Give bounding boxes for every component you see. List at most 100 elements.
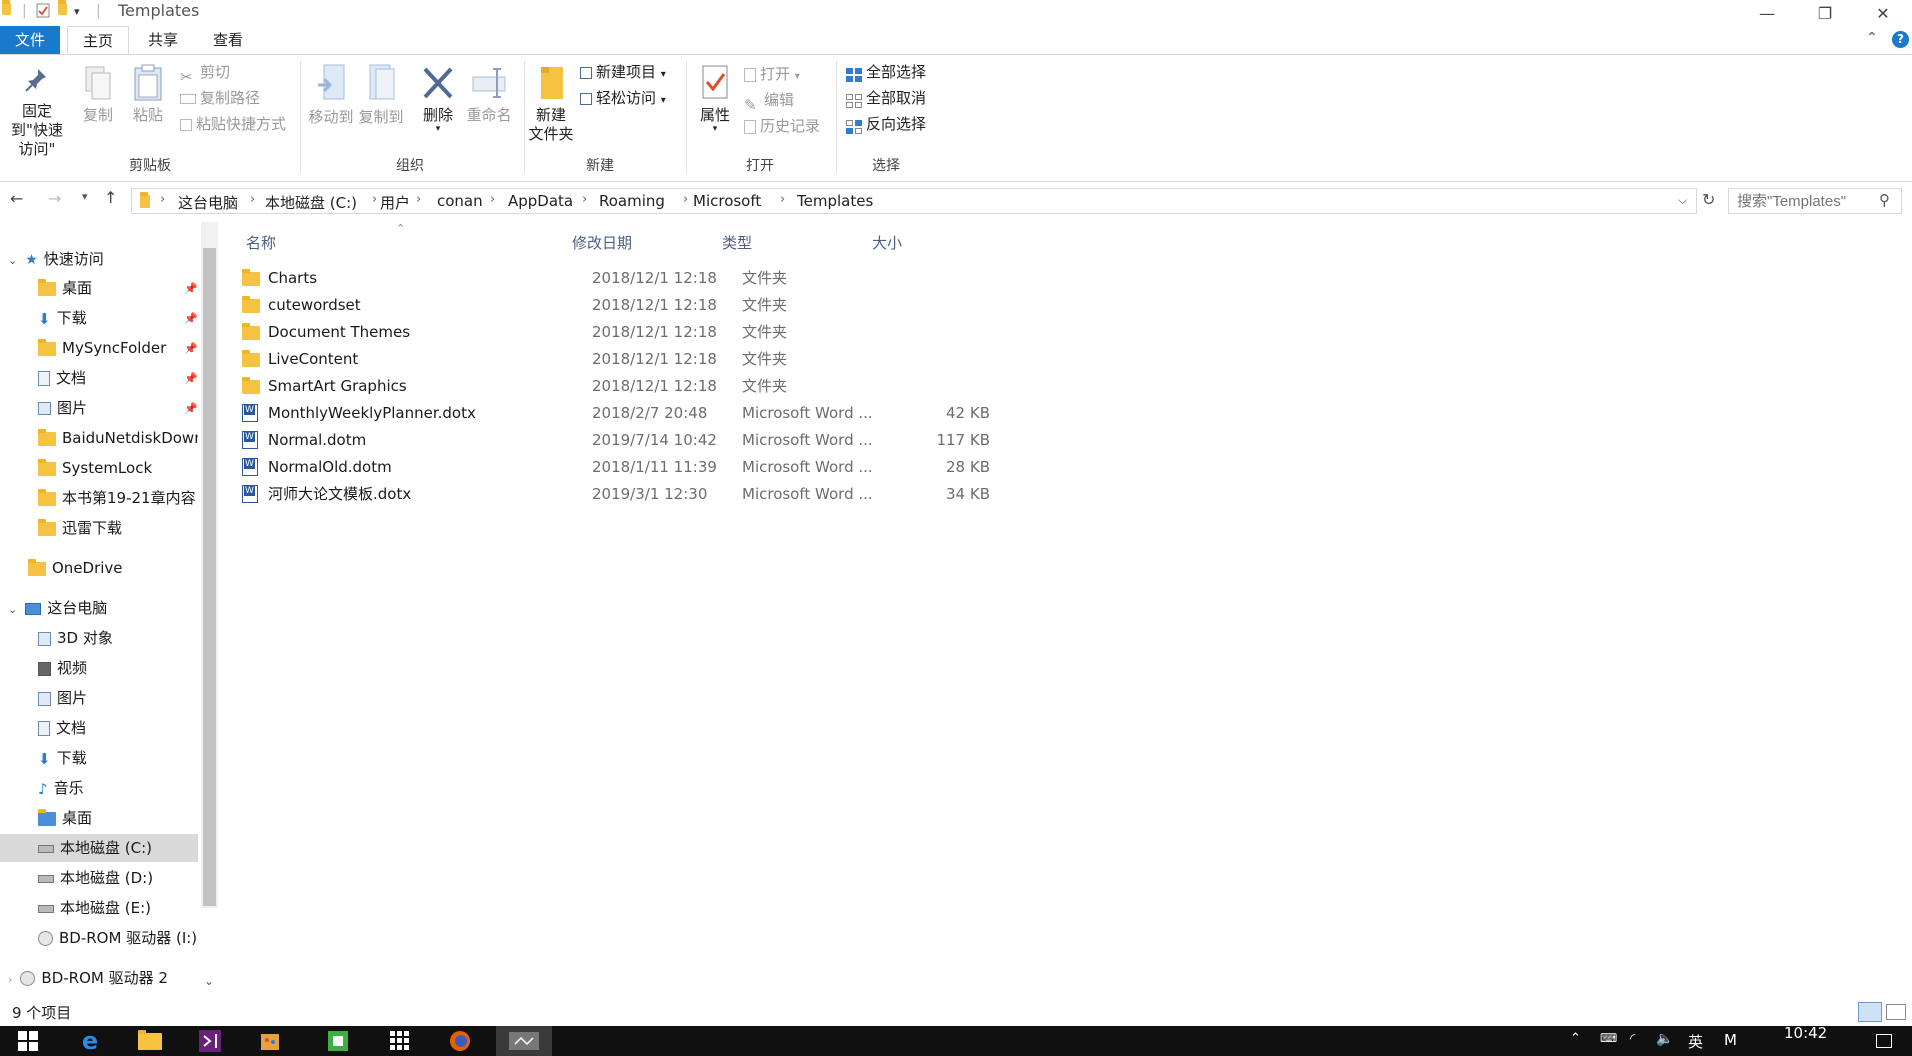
- forward-arrow-icon[interactable]: →: [48, 189, 61, 208]
- nav-pc-item[interactable]: 本地磁盘 (E:): [38, 894, 198, 922]
- move-to-button[interactable]: 移动到: [306, 63, 356, 127]
- column-header-type[interactable]: 类型: [722, 232, 752, 253]
- column-header-name[interactable]: 名称: [246, 232, 276, 253]
- select-none-button[interactable]: 全部取消: [846, 87, 926, 109]
- breadcrumb-microsoft[interactable]: Microsoft: [693, 192, 761, 210]
- chevron-right-icon[interactable]: ›: [490, 192, 495, 207]
- collapse-ribbon-icon[interactable]: ⌃: [1866, 30, 1878, 46]
- nav-quick-item[interactable]: MySyncFolder: [38, 334, 198, 362]
- breadcrumb-local-disk-c[interactable]: 本地磁盘 (C:): [265, 192, 357, 213]
- breadcrumb-templates[interactable]: Templates: [797, 192, 873, 210]
- expand-chevron-icon[interactable]: ⌄: [8, 603, 17, 616]
- tab-view[interactable]: 查看: [197, 26, 259, 54]
- tab-file[interactable]: 文件: [0, 26, 60, 54]
- pin-quick-access-button[interactable]: 固定到"快速访问": [4, 67, 70, 159]
- nav-quick-item[interactable]: 本书第19-21章内容: [38, 484, 198, 512]
- nav-pc-item[interactable]: ⬇ 下载: [38, 744, 198, 772]
- chevron-right-icon[interactable]: ›: [250, 192, 255, 207]
- breadcrumb-appdata[interactable]: AppData: [508, 192, 573, 210]
- start-windows-icon[interactable]: [0, 1026, 56, 1056]
- chevron-right-icon[interactable]: ›: [372, 192, 377, 207]
- large-icons-view-icon[interactable]: [1886, 1004, 1906, 1020]
- paste-shortcut-button[interactable]: 粘贴快捷方式: [180, 113, 286, 135]
- select-all-button[interactable]: 全部选择: [846, 61, 926, 83]
- file-row[interactable]: Charts 2018/12/1 12:18 文件夹: [242, 265, 1182, 292]
- recent-locations-icon[interactable]: ▾: [82, 190, 88, 203]
- copy-button[interactable]: 复制: [78, 65, 118, 125]
- search-input[interactable]: [1729, 189, 1869, 213]
- cut-button[interactable]: ✂ 剪切: [180, 61, 230, 86]
- history-button[interactable]: 历史记录: [744, 115, 820, 137]
- visual-studio-icon[interactable]: [182, 1026, 238, 1056]
- file-row[interactable]: SmartArt Graphics 2018/12/1 12:18 文件夹: [242, 373, 1182, 400]
- up-arrow-icon[interactable]: ↑: [104, 188, 117, 207]
- help-icon[interactable]: ?: [1892, 31, 1909, 48]
- clock-time[interactable]: 10:42: [1784, 1024, 1827, 1042]
- restore-button[interactable]: ❐: [1802, 0, 1848, 26]
- breadcrumb-users[interactable]: 用户: [380, 192, 410, 213]
- firefox-icon[interactable]: [432, 1026, 488, 1056]
- properties-quick-icon[interactable]: [36, 3, 50, 22]
- nav-quick-access[interactable]: ⌄ ★ 快速访问: [8, 245, 198, 273]
- customize-quick-access-icon[interactable]: ▾: [74, 5, 80, 18]
- invert-selection-button[interactable]: 反向选择: [846, 113, 926, 135]
- file-row[interactable]: Document Themes 2018/12/1 12:18 文件夹: [242, 319, 1182, 346]
- keyboard-icon[interactable]: ⌨: [1600, 1031, 1617, 1045]
- nav-quick-item[interactable]: BaiduNetdiskDownload: [38, 424, 198, 452]
- column-header-date[interactable]: 修改日期: [572, 232, 632, 253]
- apps-grid-icon[interactable]: [372, 1026, 428, 1056]
- new-item-button[interactable]: 新建项目 ▾: [580, 61, 666, 83]
- nav-pc-item[interactable]: 3D 对象: [38, 624, 198, 652]
- nav-pc-item[interactable]: 桌面: [38, 804, 198, 832]
- nav-bd-rom-2[interactable]: › BD-ROM 驱动器 2: [8, 964, 213, 992]
- nav-quick-item[interactable]: 迅雷下载: [38, 514, 198, 542]
- volume-icon[interactable]: 🔈: [1656, 1031, 1673, 1047]
- nav-quick-item[interactable]: 图片: [38, 394, 198, 422]
- rename-button[interactable]: 重命名: [464, 65, 514, 125]
- svg-editor-icon[interactable]: [496, 1026, 552, 1056]
- tab-home[interactable]: 主页: [67, 26, 129, 54]
- copy-to-button[interactable]: 复制到: [356, 63, 406, 127]
- chevron-right-icon[interactable]: ›: [683, 192, 688, 207]
- chevron-right-icon[interactable]: ›: [160, 192, 165, 207]
- tab-share[interactable]: 共享: [134, 26, 192, 54]
- breadcrumb-this-pc[interactable]: 这台电脑: [178, 192, 238, 213]
- properties-dropdown-icon[interactable]: ▾: [692, 125, 738, 134]
- expand-chevron-icon[interactable]: ⌄: [8, 254, 17, 267]
- paste-button[interactable]: 粘贴: [128, 63, 168, 125]
- nav-quick-item[interactable]: SystemLock: [38, 454, 198, 482]
- nav-pc-item[interactable]: 文档: [38, 714, 198, 742]
- file-row[interactable]: Normal.dotm 2019/7/14 10:42 Microsoft Word…: [242, 427, 1182, 454]
- breadcrumb-roaming[interactable]: Roaming: [599, 192, 665, 210]
- nav-onedrive[interactable]: OneDrive: [28, 554, 198, 582]
- details-view-icon[interactable]: [1858, 1002, 1882, 1022]
- ime-language[interactable]: 英: [1688, 1031, 1703, 1052]
- nav-pc-item-selected[interactable]: 本地磁盘 (C:): [0, 834, 198, 862]
- nav-pc-item[interactable]: 图片: [38, 684, 198, 712]
- nav-pc-item[interactable]: 本地磁盘 (D:): [38, 864, 198, 892]
- new-folder-quick-icon[interactable]: [58, 0, 67, 19]
- ime-mode[interactable]: M: [1724, 1031, 1737, 1049]
- breadcrumb-conan[interactable]: conan: [437, 192, 483, 210]
- app-green-icon[interactable]: [310, 1026, 366, 1056]
- nav-scrollbar-thumb[interactable]: [203, 248, 216, 906]
- file-row[interactable]: 河师大论文模板.dotx 2019/3/1 12:30 Microsoft Word…: [242, 481, 1182, 508]
- tray-overflow-icon[interactable]: ⌃: [1570, 1031, 1581, 1046]
- nav-this-pc[interactable]: ⌄ 这台电脑: [8, 594, 198, 622]
- back-arrow-icon[interactable]: ←: [10, 189, 23, 208]
- search-box[interactable]: ⚲: [1728, 188, 1902, 214]
- notification-center-icon[interactable]: [1876, 1034, 1892, 1048]
- chevron-right-icon[interactable]: ›: [582, 192, 587, 207]
- properties-button[interactable]: 属性 ▾: [692, 63, 738, 134]
- chevron-right-icon[interactable]: ›: [416, 192, 421, 207]
- address-bar[interactable]: › 这台电脑 › 本地磁盘 (C:) › 用户 › conan › AppDat…: [131, 188, 1697, 214]
- file-row[interactable]: MonthlyWeeklyPlanner.dotx 2018/2/7 20:48 M…: [242, 400, 1182, 427]
- address-history-dropdown-icon[interactable]: ⌵: [1678, 193, 1687, 208]
- nav-pc-item[interactable]: BD-ROM 驱动器 (I:): [38, 924, 198, 952]
- delete-button[interactable]: 删除 ▾: [418, 65, 458, 134]
- file-explorer-icon[interactable]: [122, 1026, 178, 1056]
- paint-icon[interactable]: [242, 1026, 298, 1056]
- nav-scroll-down-icon[interactable]: ⌄: [204, 974, 214, 988]
- nav-pc-item[interactable]: ♪ 音乐: [38, 774, 198, 802]
- open-button[interactable]: 打开 ▾: [744, 63, 800, 85]
